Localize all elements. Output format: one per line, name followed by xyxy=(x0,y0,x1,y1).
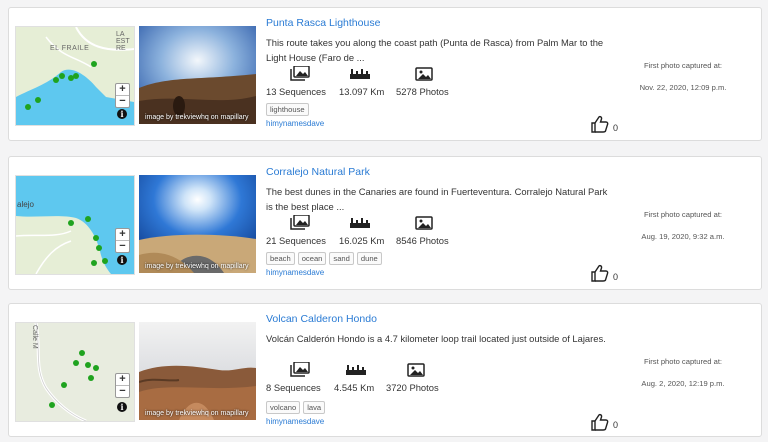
like-count: 0 xyxy=(613,420,619,430)
map-place-label: LA ESTRE xyxy=(116,31,130,52)
photos-icon xyxy=(415,216,433,230)
sequences-count: 8 Sequences xyxy=(266,382,321,393)
route-title-link[interactable]: Punta Rasca Lighthouse xyxy=(266,17,380,29)
route-photo[interactable]: image by trekviewhq on mapillary xyxy=(139,322,256,420)
tag[interactable]: lighthouse xyxy=(266,103,309,116)
photos-count: 5278 Photos xyxy=(396,86,449,97)
thumbs-up-icon[interactable] xyxy=(591,115,609,133)
map-zoom-out-icon[interactable]: − xyxy=(116,96,129,107)
captured-label: First photo captured at: xyxy=(643,210,723,219)
map-info-icon[interactable]: i xyxy=(117,402,127,412)
route-map[interactable]: Calle M + − i xyxy=(15,322,135,422)
sequences-icon xyxy=(290,215,310,230)
route-description: Volcán Calderón Hondo is a 4.7 kilometer… xyxy=(266,333,606,344)
captured-label: First photo captured at: xyxy=(643,61,723,70)
tag[interactable]: lava xyxy=(303,401,326,414)
like-count: 0 xyxy=(613,272,619,282)
route-map[interactable]: EL FRAILE LA ESTRE + − i xyxy=(15,26,135,126)
map-zoom-in-icon[interactable]: + xyxy=(116,374,129,385)
ruler-icon xyxy=(350,218,370,228)
photo-credit: image by trekviewhq on mapillary xyxy=(145,410,249,417)
captured-date: Aug. 2, 2020, 12:19 p.m. xyxy=(641,379,725,388)
route-card: EL FRAILE LA ESTRE + − i image by trekvi… xyxy=(8,7,762,141)
map-place-label: alejo xyxy=(17,200,34,209)
map-zoom-control: + − xyxy=(115,373,130,398)
map-zoom-out-icon[interactable]: − xyxy=(116,241,129,252)
sequences-count: 13 Sequences xyxy=(266,86,326,97)
tag-list: beach ocean sand dune xyxy=(266,252,382,265)
sequences-icon xyxy=(290,66,310,81)
map-zoom-control: + − xyxy=(115,228,130,253)
distance-value: 16.025 Km xyxy=(339,235,385,246)
map-info-icon[interactable]: i xyxy=(117,109,127,119)
route-title-link[interactable]: Volcan Calderon Hondo xyxy=(266,313,377,325)
map-zoom-in-icon[interactable]: + xyxy=(116,84,129,95)
route-card: alejo + − i image by trekviewhq on mapil… xyxy=(8,156,762,290)
tag-list: volcano lava xyxy=(266,401,326,414)
route-description: This route takes you along the coast pat… xyxy=(266,37,604,63)
captured-date: Aug. 19, 2020, 9:32 a.m. xyxy=(641,232,725,241)
photos-count: 3720 Photos xyxy=(386,382,439,393)
map-info-icon[interactable]: i xyxy=(117,255,127,265)
tag[interactable]: dune xyxy=(356,252,382,265)
tag[interactable]: beach xyxy=(266,252,295,265)
photos-count: 8546 Photos xyxy=(396,235,449,246)
map-zoom-in-icon[interactable]: + xyxy=(116,229,129,240)
thumbs-up-icon[interactable] xyxy=(591,264,609,282)
tag[interactable]: volcano xyxy=(266,401,301,414)
like-count: 0 xyxy=(613,123,619,133)
captured-date: Nov. 22, 2020, 12:09 p.m. xyxy=(639,83,727,92)
photo-credit: image by trekviewhq on mapillary xyxy=(145,263,249,270)
sequences-icon xyxy=(290,362,310,377)
map-zoom-control: + − xyxy=(115,83,130,108)
photos-icon xyxy=(407,363,425,377)
route-description: The best dunes in the Canaries are found… xyxy=(266,186,608,212)
author-link[interactable]: himynamesdave xyxy=(266,268,324,277)
route-photo[interactable]: image by trekviewhq on mapillary xyxy=(139,26,256,124)
captured-label: First photo captured at: xyxy=(643,357,723,366)
route-map[interactable]: alejo + − i xyxy=(15,175,135,275)
map-zoom-out-icon[interactable]: − xyxy=(116,386,129,397)
author-link[interactable]: himynamesdave xyxy=(266,417,324,426)
photos-icon xyxy=(415,67,433,81)
ruler-icon xyxy=(346,365,366,375)
route-title-link[interactable]: Corralejo Natural Park xyxy=(266,166,370,178)
tag[interactable]: ocean xyxy=(297,252,327,265)
map-place-label: Calle M xyxy=(31,325,38,349)
distance-value: 13.097 Km xyxy=(339,86,385,97)
thumbs-up-icon[interactable] xyxy=(591,413,609,431)
tag-list: lighthouse xyxy=(266,103,309,116)
photo-credit: image by trekviewhq on mapillary xyxy=(145,114,249,121)
sequences-count: 21 Sequences xyxy=(266,235,326,246)
ruler-icon xyxy=(350,69,370,79)
distance-value: 4.545 Km xyxy=(334,382,375,393)
route-photo[interactable]: image by trekviewhq on mapillary xyxy=(139,175,256,273)
map-place-label: EL FRAILE xyxy=(50,45,90,52)
route-card: Calle M + − i image by trekviewhq on map… xyxy=(8,303,762,437)
tag[interactable]: sand xyxy=(329,252,354,265)
author-link[interactable]: himynamesdave xyxy=(266,119,324,128)
